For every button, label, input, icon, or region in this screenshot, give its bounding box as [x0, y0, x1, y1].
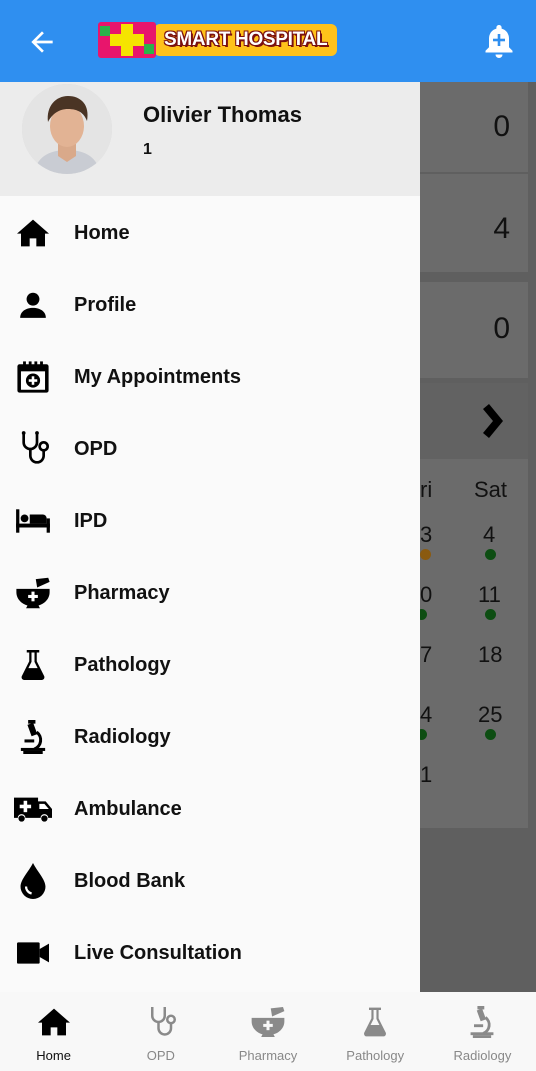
microscope-icon [464, 1004, 500, 1040]
menu-item-home[interactable]: Home [0, 197, 420, 269]
home-icon [36, 1004, 72, 1040]
menu-label: Pharmacy [74, 581, 170, 604]
event-dot [485, 729, 496, 740]
bed-icon [14, 502, 52, 540]
nav-label: Pharmacy [238, 1048, 298, 1063]
logo-text: SMART HOSPITAL [154, 24, 338, 56]
menu-item-ambulance[interactable]: Ambulance [0, 773, 420, 845]
ambulance-icon [14, 790, 52, 828]
menu-item-blood-bank[interactable]: Blood Bank [0, 845, 420, 917]
event-dot [420, 549, 431, 560]
menu-item-ipd[interactable]: IPD [0, 485, 420, 557]
mortar-pestle-icon [14, 574, 52, 612]
menu-label: Blood Bank [74, 869, 186, 892]
count-card[interactable]: 0 [420, 82, 528, 172]
app-logo: SMART HOSPITAL [98, 22, 338, 58]
count-card[interactable]: 4 [420, 174, 528, 272]
bell-plus-icon [485, 25, 513, 59]
count-value: 0 [493, 110, 510, 143]
count-value: 0 [493, 312, 510, 345]
menu-label: Profile [74, 293, 137, 316]
calendar-plus-icon [14, 358, 52, 396]
count-value: 4 [493, 212, 510, 245]
menu-label: OPD [74, 437, 118, 460]
menu-item-pharmacy[interactable]: Pharmacy [0, 557, 420, 629]
calendar-day[interactable]: 7 [420, 642, 432, 668]
nav-label: OPD [146, 1048, 175, 1063]
home-icon [14, 214, 52, 252]
menu-label: My Appointments [74, 365, 242, 388]
day-header-fri: ri [420, 477, 433, 502]
stethoscope-icon [143, 1004, 179, 1040]
calendar-day[interactable]: 4 [483, 522, 495, 548]
calendar: ri Sat 3 4 0 11 7 18 4 25 1 [416, 383, 528, 828]
nav-label: Pathology [346, 1048, 405, 1063]
calendar-day[interactable]: 1 [420, 762, 432, 788]
notifications-button[interactable] [482, 22, 516, 60]
menu-item-pathology[interactable]: Pathology [0, 629, 420, 701]
menu-label: IPD [74, 509, 108, 532]
menu-label: Live Consultation [74, 941, 242, 964]
menu-label: Ambulance [74, 797, 182, 820]
count-card[interactable]: 0 [420, 282, 528, 378]
flask-icon [14, 646, 52, 684]
menu-item-radiology[interactable]: Radiology [0, 701, 420, 773]
menu-item-live-consultation[interactable]: Live Consultation [0, 917, 420, 989]
event-dot [485, 549, 496, 560]
event-dot [485, 609, 496, 620]
menu-label: Pathology [74, 653, 171, 676]
day-header-sat: Sat [474, 477, 508, 502]
microscope-icon [14, 718, 52, 756]
calendar-day[interactable]: 3 [420, 522, 432, 548]
menu-item-my-appointments[interactable]: My Appointments [0, 341, 420, 413]
avatar[interactable] [22, 84, 112, 174]
bottom-nav-pharmacy[interactable]: Pharmacy [214, 992, 321, 1071]
logo-cross-icon [98, 22, 156, 58]
blood-drop-icon [14, 862, 52, 900]
video-camera-icon [14, 934, 52, 972]
calendar-day[interactable]: 11 [478, 582, 501, 608]
person-icon [14, 286, 52, 324]
flask-icon [357, 1004, 393, 1040]
back-button[interactable] [22, 22, 62, 62]
user-id: 1 [143, 141, 152, 158]
menu-label: Home [74, 221, 130, 244]
calendar-day[interactable]: 4 [420, 702, 432, 728]
menu-item-opd[interactable]: OPD [0, 413, 420, 485]
nav-label: Home [36, 1048, 71, 1063]
navigation-drawer: Olivier Thomas 1 Home Profile My Appoint… [0, 82, 420, 992]
user-name: Olivier Thomas [143, 102, 302, 127]
chevron-right-icon[interactable] [478, 403, 504, 439]
arrow-left-icon [31, 31, 53, 53]
menu-label: Radiology [74, 725, 171, 748]
menu-item-profile[interactable]: Profile [0, 269, 420, 341]
calendar-day[interactable]: 25 [478, 702, 502, 728]
drawer-menu: Home Profile My Appointments OPD IPD Pha… [0, 197, 420, 989]
stethoscope-icon [14, 430, 52, 468]
calendar-day[interactable]: 0 [420, 582, 432, 608]
bottom-nav-pathology[interactable]: Pathology [322, 992, 429, 1071]
calendar-day[interactable]: 18 [478, 642, 502, 668]
mortar-pestle-icon [250, 1004, 286, 1040]
app-bar: SMART HOSPITAL [0, 0, 536, 82]
bottom-nav-opd[interactable]: OPD [107, 992, 214, 1071]
calendar-header [420, 383, 528, 459]
bottom-nav-radiology[interactable]: Radiology [429, 992, 536, 1071]
bottom-navigation: Home OPD Pharmacy Pathology Radiology [0, 992, 536, 1071]
bottom-nav-home[interactable]: Home [0, 992, 107, 1071]
nav-label: Radiology [453, 1048, 512, 1063]
drawer-header: Olivier Thomas 1 [0, 82, 420, 196]
